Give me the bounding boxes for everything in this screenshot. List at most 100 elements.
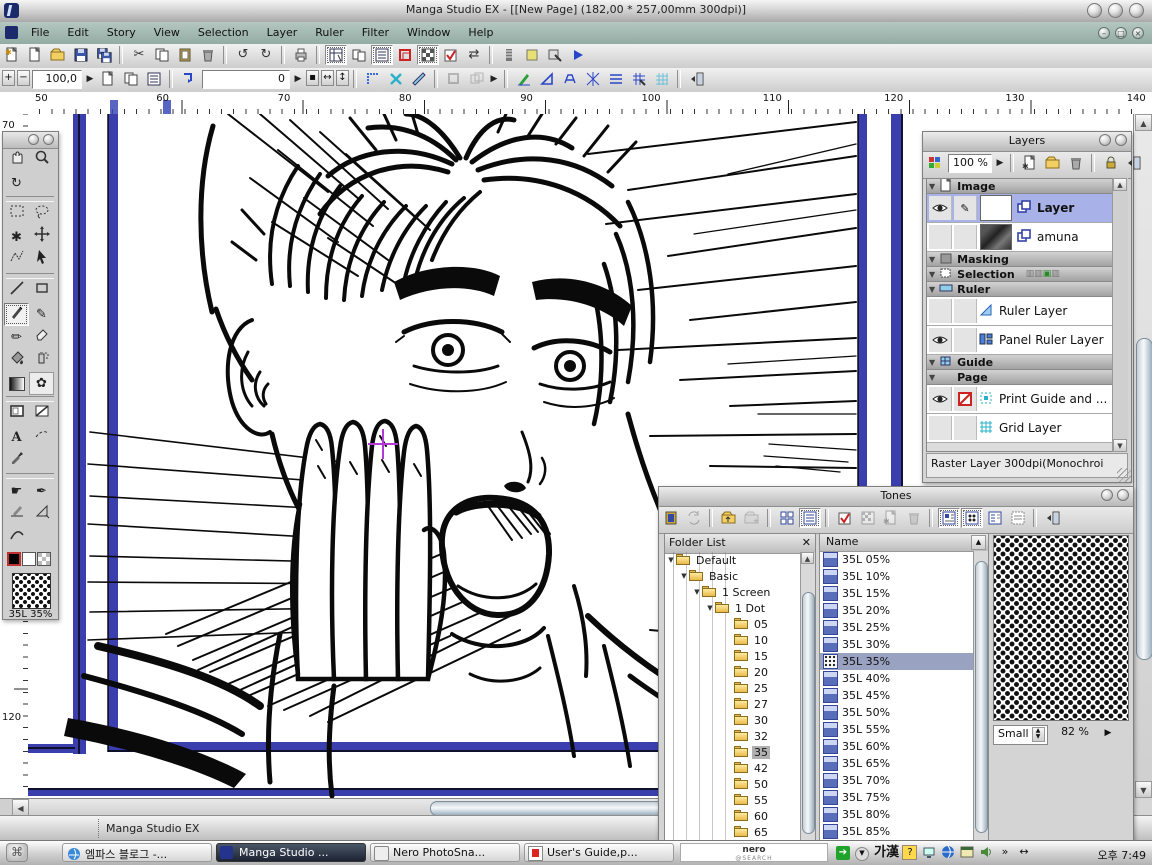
edit-toggle[interactable] xyxy=(954,387,977,411)
tone-item-35l-10-[interactable]: 35L 10% xyxy=(820,568,974,585)
gradient-tool[interactable] xyxy=(4,372,29,395)
menu-layer[interactable]: Layer xyxy=(258,22,307,44)
snap-mode-button[interactable] xyxy=(408,69,430,89)
delete-button[interactable] xyxy=(197,45,219,65)
collapse-triangle-icon[interactable]: ▼ xyxy=(929,358,935,367)
tone-name-list[interactable]: 35L 05%35L 10%35L 15%35L 20%35L 25%35L 3… xyxy=(820,551,974,840)
tree-folder-25[interactable]: 25 xyxy=(665,680,801,696)
tone-item-35l-20-[interactable]: 35L 20% xyxy=(820,602,974,619)
smudge-tool[interactable]: ☛ xyxy=(4,480,29,503)
panel-menu-button[interactable] xyxy=(1042,508,1064,528)
turn-page-button[interactable]: ⇄ xyxy=(463,45,485,65)
copy-button[interactable] xyxy=(151,45,173,65)
tree-folder-50[interactable]: 50 xyxy=(665,776,801,792)
layers-scrollbar[interactable]: ▲ ▼ xyxy=(1112,178,1128,452)
layers-panel[interactable]: Layers 100 %▶✱ ▼Image✎Layeramuna▼Masking… xyxy=(922,131,1132,483)
tree-folder-basic[interactable]: ▼Basic xyxy=(665,568,801,584)
layer-row-grid-layer[interactable]: Grid Layer xyxy=(927,414,1127,443)
tone-item-35l-30-[interactable]: 35L 30% xyxy=(820,636,974,653)
folder-tree[interactable]: ▼Default▼Basic▼1 Screen▼1 Dot05101520252… xyxy=(665,552,801,840)
help-tray-icon[interactable]: ? xyxy=(902,844,918,860)
layers-scroll-down[interactable]: ▼ xyxy=(1113,439,1127,452)
main-vertical-scrollbar[interactable]: ▲ ▼ xyxy=(1133,114,1152,798)
layer-name[interactable]: amuna xyxy=(1037,230,1079,244)
new-page-button[interactable] xyxy=(24,45,46,65)
mode-grid-button[interactable] xyxy=(651,69,673,89)
layer-name[interactable]: Print Guide and ... xyxy=(999,392,1107,406)
material-column-button[interactable] xyxy=(544,45,566,65)
collapse-triangle-icon[interactable]: ▼ xyxy=(929,285,935,294)
tray-dropdown-icon[interactable]: ▼ xyxy=(854,844,870,860)
tone-item-35l-50-[interactable]: 35L 50% xyxy=(820,704,974,721)
tree-folder-27[interactable]: 27 xyxy=(665,696,801,712)
print-guide-check-button[interactable] xyxy=(440,45,462,65)
snap-off-button[interactable] xyxy=(385,69,407,89)
taskbar-task-3[interactable]: Nero PhotoSna... xyxy=(370,843,520,862)
mdi-close-button[interactable]: × xyxy=(1132,27,1144,39)
layers-close-button[interactable] xyxy=(1115,134,1127,146)
delete-layer-button[interactable] xyxy=(1065,153,1087,173)
paste-button[interactable] xyxy=(174,45,196,65)
collapse-triangle-icon[interactable]: ▼ xyxy=(929,270,935,279)
name-scroll-up[interactable]: ▲ xyxy=(971,535,986,550)
fill-tool[interactable] xyxy=(4,349,29,372)
line-tool[interactable] xyxy=(4,280,29,303)
black-color-swatch[interactable] xyxy=(7,552,21,566)
zoom-in-button[interactable]: + xyxy=(2,70,15,86)
tree-scroll-thumb[interactable] xyxy=(802,592,815,834)
tree-folder-55[interactable]: 55 xyxy=(665,792,801,808)
layer-lock-button[interactable] xyxy=(1100,153,1122,173)
goto-page-button[interactable] xyxy=(178,69,200,89)
shape-tool[interactable] xyxy=(29,280,54,303)
selection-group-buttons[interactable]: ▥▥▣▥ xyxy=(1026,269,1060,279)
collapse-triangle-icon[interactable]: ▼ xyxy=(929,373,935,382)
tone-item-35l-35-[interactable]: 35L 35% xyxy=(820,653,974,670)
visibility-toggle[interactable] xyxy=(929,387,952,411)
ruler-select-tool[interactable] xyxy=(29,503,54,526)
show-page-structure-button[interactable] xyxy=(325,45,347,65)
opacity-menu-button[interactable]: ▶ xyxy=(994,153,1006,173)
show-tone-pattern-button[interactable] xyxy=(417,45,439,65)
layer-name[interactable]: Layer xyxy=(1037,201,1074,215)
layer-column-button[interactable] xyxy=(521,45,543,65)
layers-panel-title[interactable]: Layers xyxy=(923,132,1131,152)
layer-row-amuna[interactable]: amuna xyxy=(927,223,1127,252)
layer-opacity-field[interactable]: 100 % xyxy=(948,154,992,173)
visibility-toggle[interactable] xyxy=(929,196,952,220)
open-button[interactable] xyxy=(47,45,69,65)
add-folder-button[interactable]: + xyxy=(741,508,763,528)
mode-parallel-button[interactable] xyxy=(605,69,627,89)
start-button[interactable]: ⌘ xyxy=(6,843,28,862)
zoom-out-button[interactable]: − xyxy=(17,70,30,86)
menu-ruler[interactable]: Ruler xyxy=(306,22,352,44)
marker-tool[interactable]: ✏ xyxy=(4,326,29,349)
visibility-toggle[interactable] xyxy=(929,328,952,352)
tone-item-35l-15-[interactable]: 35L 15% xyxy=(820,585,974,602)
fit-width-button[interactable]: ↔ xyxy=(321,70,334,86)
tree-folder-32[interactable]: 32 xyxy=(665,728,801,744)
mdi-restore-button[interactable]: □ xyxy=(1115,27,1127,39)
menu-edit[interactable]: Edit xyxy=(58,22,97,44)
delete-tone-button[interactable] xyxy=(903,508,925,528)
new-tone-button[interactable]: ✱ xyxy=(880,508,902,528)
page-number-field[interactable]: 0 xyxy=(202,70,290,89)
layer-group-image[interactable]: ▼Image xyxy=(927,179,1127,194)
folder-tree-scrollbar[interactable]: ▲ xyxy=(800,552,815,840)
paste-tone-button[interactable] xyxy=(660,508,682,528)
tree-folder-20[interactable]: 20 xyxy=(665,664,801,680)
tree-folder-05[interactable]: 05 xyxy=(665,616,801,632)
layer-group-selection[interactable]: ▼Selection▥▥▣▥ xyxy=(927,267,1127,282)
mode-gridpen-button[interactable] xyxy=(628,69,650,89)
layers-menu-button[interactable] xyxy=(1123,153,1145,173)
layer-group-masking[interactable]: ▼Masking xyxy=(927,252,1127,267)
layers-list[interactable]: ▼Image✎Layeramuna▼Masking▼Selection▥▥▣▥▼… xyxy=(926,178,1128,452)
collapse-triangle-icon[interactable]: ▼ xyxy=(929,182,935,191)
tone-item-35l-25-[interactable]: 35L 25% xyxy=(820,619,974,636)
polyline-select-tool[interactable] xyxy=(4,249,29,272)
eraser-tool[interactable] xyxy=(29,326,54,349)
tree-scroll-up[interactable]: ▲ xyxy=(801,552,814,564)
menu-story[interactable]: Story xyxy=(98,22,145,44)
pattern-brush-tool[interactable]: ✿ xyxy=(29,372,54,395)
menu-view[interactable]: View xyxy=(145,22,189,44)
title-bar[interactable]: Manga Studio EX - [[New Page] (182,00 * … xyxy=(0,0,1152,23)
